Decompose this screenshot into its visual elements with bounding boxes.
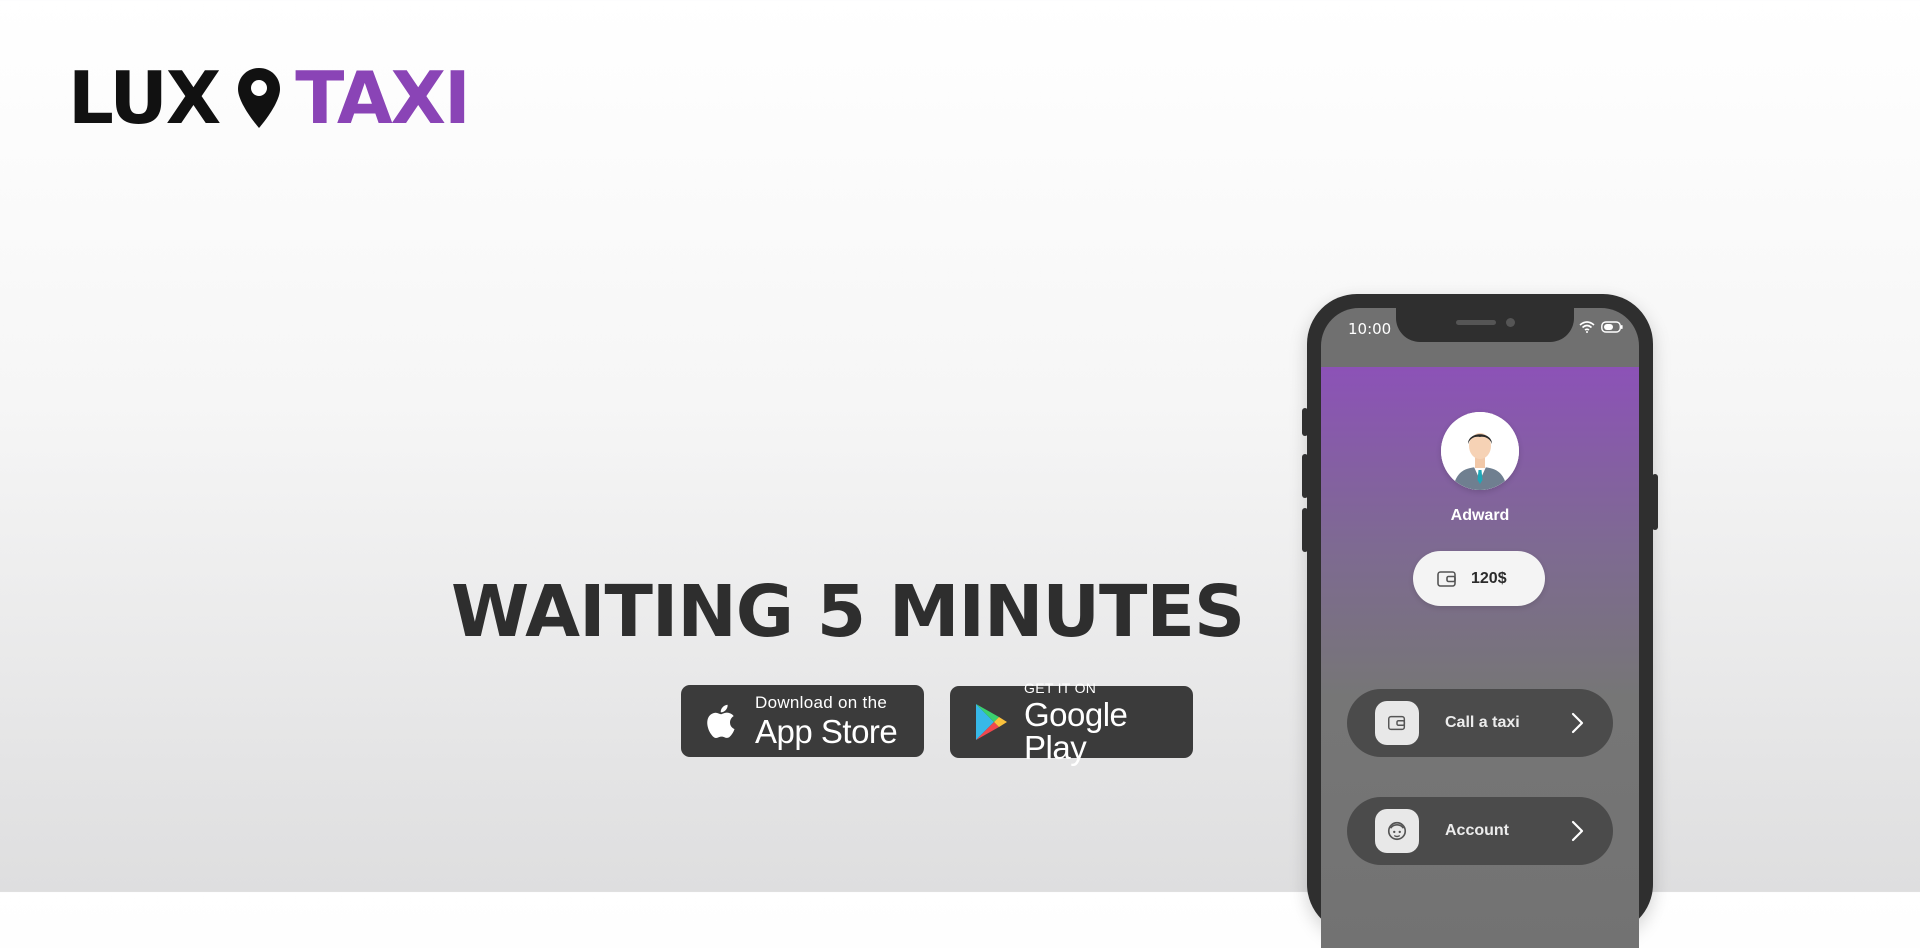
apple-icon <box>707 704 735 739</box>
call-taxi-button[interactable]: Call a taxi <box>1347 689 1613 757</box>
phone-speaker <box>1456 320 1496 325</box>
google-play-icon <box>976 704 1007 740</box>
phone-mockup: 10:00 Adward 120$ Call a taxi Account <box>1302 294 1658 948</box>
google-play-small-text: GET IT ON <box>1024 679 1097 696</box>
account-icon-box <box>1375 809 1419 853</box>
wallet-balance[interactable]: 120$ <box>1413 551 1545 606</box>
google-play-big-text: Google Play <box>1024 695 1128 766</box>
app-store-button[interactable]: Download on the App Store <box>681 685 924 757</box>
app-screen: Adward 120$ Call a taxi Account <box>1321 367 1639 948</box>
phone-camera <box>1506 318 1515 327</box>
status-icons <box>1579 321 1623 333</box>
wallet-icon <box>1437 570 1456 587</box>
app-store-small-text: Download on the <box>755 693 888 712</box>
phone-side-button <box>1652 474 1658 530</box>
battery-icon <box>1601 321 1623 333</box>
account-label: Account <box>1445 822 1509 839</box>
user-name: Adward <box>1450 507 1510 524</box>
logo-text-lux: LUX <box>68 56 221 140</box>
logo[interactable]: LUX TAXI <box>68 56 471 140</box>
google-play-button[interactable]: GET IT ON Google Play <box>950 681 1193 764</box>
user-avatar-icon <box>1441 412 1519 490</box>
call-taxi-label: Call a taxi <box>1445 714 1520 731</box>
wallet-icon <box>1388 715 1406 731</box>
location-pin-icon <box>238 68 281 128</box>
face-icon <box>1387 821 1407 841</box>
avatar[interactable] <box>1441 412 1519 490</box>
wallet-amount: 120$ <box>1471 569 1507 587</box>
status-time: 10:00 <box>1348 320 1392 338</box>
chevron-right-icon <box>1571 820 1584 842</box>
wifi-icon <box>1579 321 1595 333</box>
phone-screen: 10:00 Adward 120$ Call a taxi Account <box>1321 308 1639 948</box>
chevron-right-icon <box>1571 712 1584 734</box>
phone-side-button <box>1302 408 1308 436</box>
logo-text-taxi: TAXI <box>295 56 471 140</box>
phone-side-button <box>1302 454 1308 498</box>
account-button[interactable]: Account <box>1347 797 1613 865</box>
phone-notch <box>1396 308 1574 342</box>
phone-side-button <box>1302 508 1308 552</box>
headline: WAITING 5 MINUTES <box>451 570 1245 653</box>
app-store-big-text: App Store <box>755 713 898 750</box>
call-taxi-icon-box <box>1375 701 1419 745</box>
